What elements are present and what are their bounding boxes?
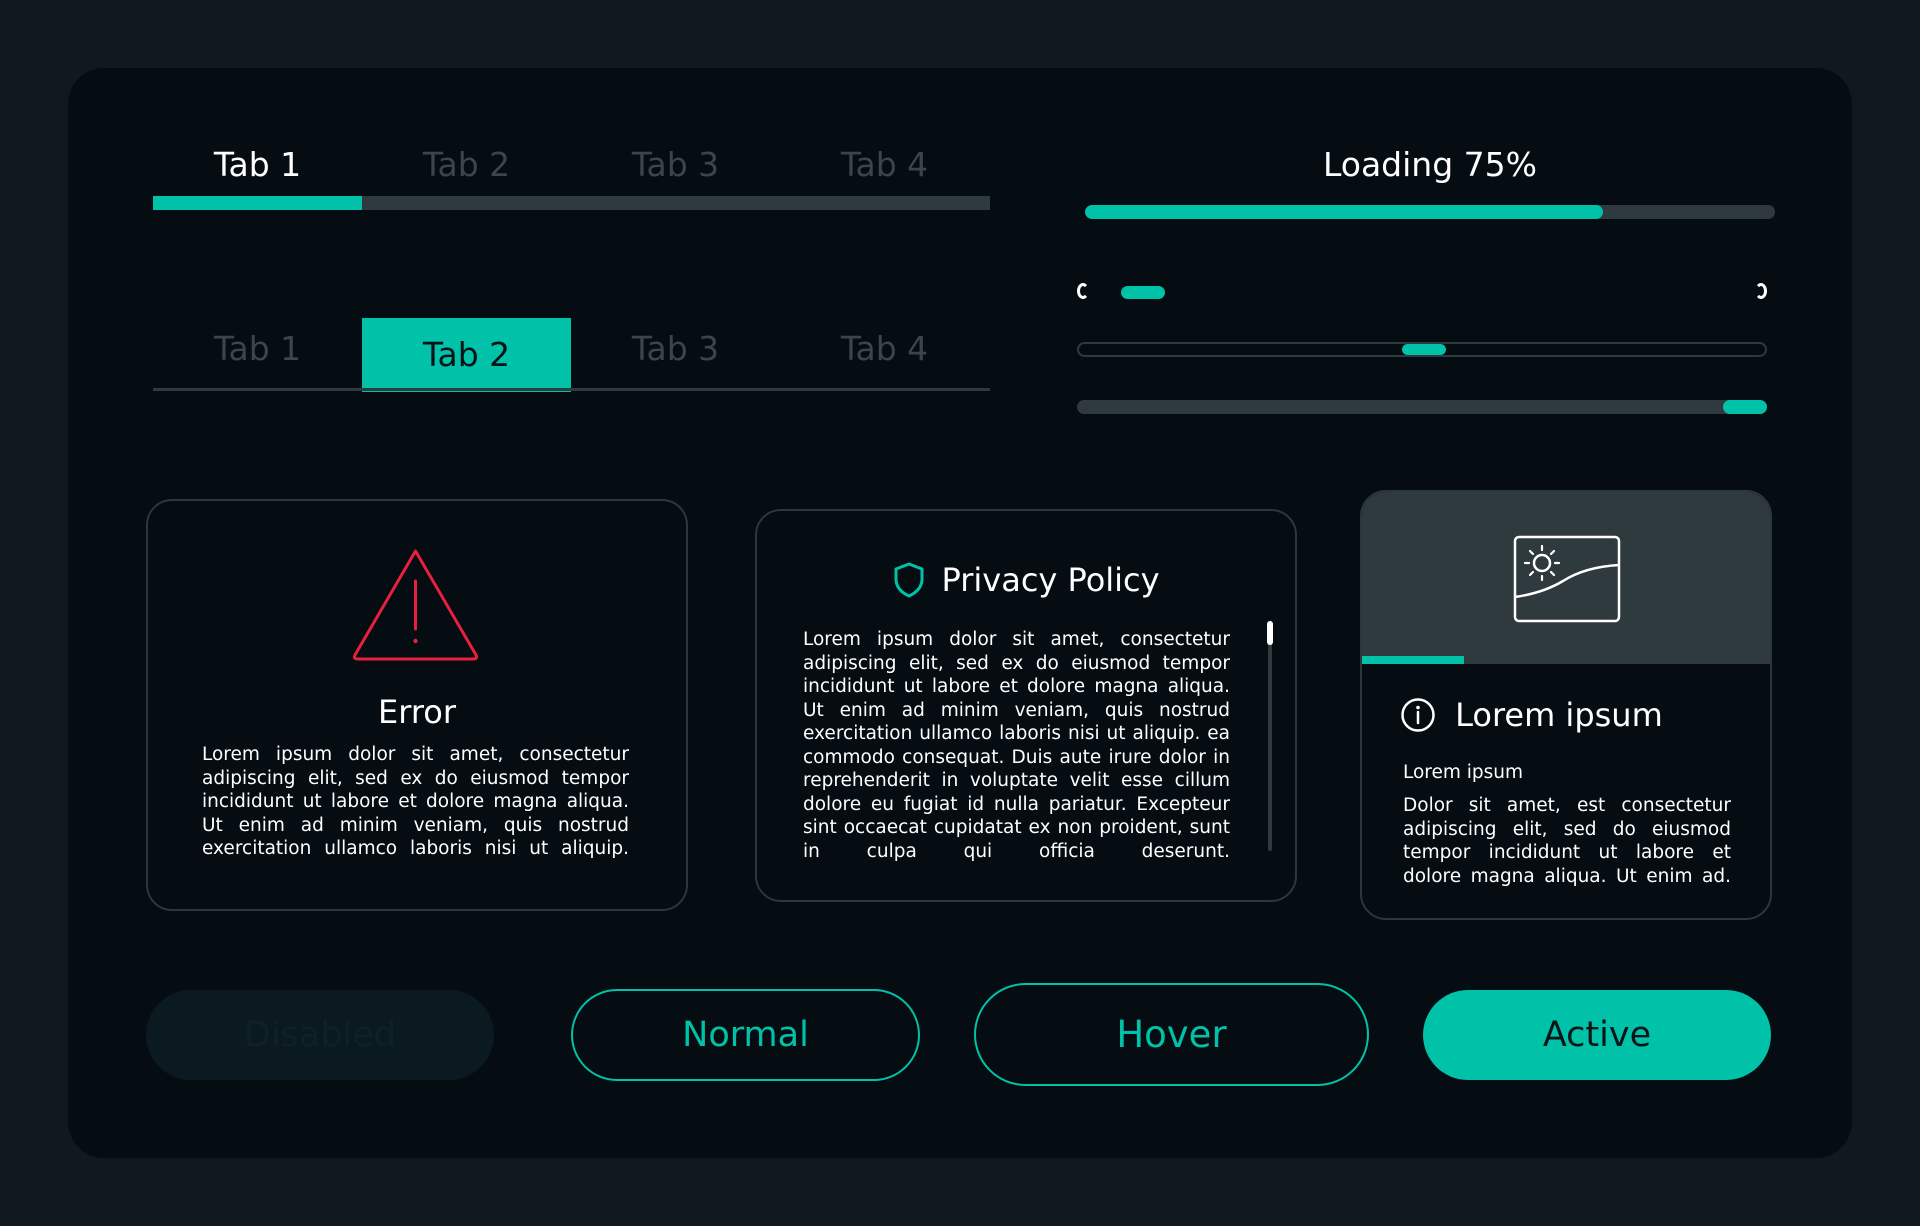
image-load-progress [1362,656,1464,664]
tab-3[interactable]: Tab 3 [571,140,780,190]
info-header: Lorem ipsum [1400,696,1663,736]
slider-thumb[interactable] [1402,344,1446,355]
disabled-button: Disabled [146,990,494,1080]
slider-end-cap [1755,283,1767,299]
privacy-header: Privacy Policy [757,561,1295,605]
tab-indicator [153,196,362,210]
image-placeholder [1362,492,1770,664]
tab-4[interactable]: Tab 4 [780,140,989,190]
privacy-text: Lorem ipsum dolor sit amet, consectetur … [803,629,1230,862]
warning-triangle-icon [352,549,479,661]
tab-2[interactable]: Tab 2 [362,318,571,392]
error-card: Error Lorem ipsum dolor sit amet, consec… [146,499,688,911]
scrollbar[interactable] [1267,621,1273,851]
slider-thumb[interactable] [1723,400,1767,414]
tab-baseline [153,388,990,391]
tab-1[interactable]: Tab 1 [153,318,362,392]
privacy-title: Privacy Policy [941,561,1160,599]
active-button[interactable]: Active [1423,990,1771,1080]
slider-capped[interactable] [1077,281,1767,303]
tab-bar-filled: Tab 1 Tab 2 Tab 3 Tab 4 [153,318,990,392]
tab-1[interactable]: Tab 1 [153,140,362,190]
shield-icon [894,562,924,598]
slider-filled[interactable] [1077,400,1767,414]
scrollbar-thumb[interactable] [1267,621,1273,645]
info-text: Dolor sit amet, est consectetur adipisci… [1403,795,1731,887]
tab-3[interactable]: Tab 3 [571,318,780,392]
loading-progress-bar [1085,205,1775,219]
slider-outlined[interactable] [1077,342,1767,357]
info-title: Lorem ipsum [1455,696,1663,734]
slider-thumb[interactable] [1121,286,1165,299]
error-title: Error [378,693,456,731]
hover-button[interactable]: Hover [974,983,1369,1086]
slider-start-cap [1077,283,1089,299]
info-subtitle: Lorem ipsum [1403,762,1524,783]
loading-progress-fill [1085,205,1603,219]
info-icon [1401,698,1435,732]
tab-2[interactable]: Tab 2 [362,140,571,190]
info-card: Lorem ipsum Lorem ipsum Dolor sit amet, … [1360,490,1772,920]
tab-4[interactable]: Tab 4 [780,318,989,392]
normal-button[interactable]: Normal [571,989,920,1081]
privacy-policy-card: Privacy Policy Lorem ipsum dolor sit ame… [755,509,1297,902]
loading-label: Loading 75% [1322,145,1538,184]
image-landscape-icon [1513,535,1621,623]
error-message: Lorem ipsum dolor sit amet, consectetur … [202,744,629,859]
